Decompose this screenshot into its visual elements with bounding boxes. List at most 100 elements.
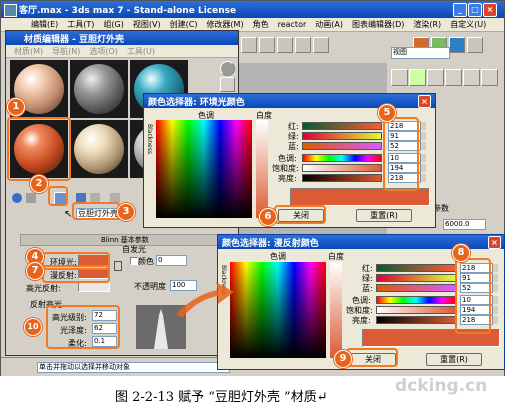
diffuse-blue-label: 蓝: [362, 284, 373, 293]
diffuse-hue-slider[interactable] [376, 296, 456, 304]
toolbar-scale-icon[interactable] [259, 37, 275, 53]
menu-customize[interactable]: 自定义(U) [450, 18, 486, 31]
color-value-field[interactable]: 0 [156, 255, 187, 266]
diffuse-blue-slider[interactable] [376, 284, 456, 292]
menu-graph-editors[interactable]: 图表编辑器(D) [352, 18, 404, 31]
ambient-hue-field[interactable] [156, 120, 252, 218]
toolbar-material-editor-icon[interactable] [449, 37, 465, 53]
menu-animation[interactable]: 动画(A) [315, 18, 343, 31]
opacity-label: 不透明度 [134, 282, 166, 291]
mat-menu-bar: 材质(M) 导航(N) 选项(O) 工具(U) [6, 45, 238, 58]
ambient-blue-slider[interactable] [302, 142, 382, 150]
callout-box-highlights [46, 305, 120, 349]
lock-icon[interactable] [114, 261, 122, 271]
toolbar-select-icon[interactable] [277, 37, 293, 53]
ambient-val-slider[interactable] [302, 174, 382, 182]
menu-character[interactable]: 角色 [253, 18, 269, 31]
callout-box-name [72, 202, 120, 220]
diffuse-sat-slider[interactable] [376, 306, 456, 314]
minimize-icon[interactable]: _ [453, 3, 467, 17]
diffuse-val-label: 亮度: [352, 316, 371, 325]
ambient-picker-title: 颜色选择器: 环境光颜色 [148, 98, 245, 108]
diffuse-close-icon[interactable]: × [488, 236, 501, 249]
main-toolbar: 视图 [237, 33, 504, 63]
create-tab-icon[interactable] [391, 69, 408, 86]
diffuse-red-slider[interactable] [376, 264, 456, 272]
put-to-scene-icon[interactable] [26, 193, 36, 203]
sample-slot-5[interactable] [70, 120, 128, 178]
mat-title: 材质编辑器 - 豆胆灯外壳 [24, 35, 125, 45]
maximize-icon[interactable]: □ [468, 3, 482, 17]
callout-box-diffuse [42, 265, 110, 283]
display-tab-icon[interactable] [463, 69, 480, 86]
diffuse-picker-title: 颜色选择器: 漫反射颜色 [222, 239, 319, 249]
sample-type-icon[interactable] [220, 61, 235, 76]
diffuse-white-label: 白度 [328, 252, 344, 261]
ambient-hue-slider[interactable] [302, 154, 382, 162]
hierarchy-tab-icon[interactable] [427, 69, 444, 86]
view-dropdown[interactable]: 视图 [391, 47, 450, 59]
step-marker-3: 3 [117, 203, 135, 221]
mat-menu-navigation[interactable]: 导航(N) [52, 45, 80, 58]
toolbar-align-icon[interactable] [313, 37, 329, 53]
step-marker-8: 8 [452, 244, 470, 262]
main-title-bar: 客厅.max - 3ds max 7 - Stand-alone License… [1, 1, 504, 18]
step-marker-2: 2 [30, 175, 48, 193]
self-illum-label: 自发光 [122, 245, 146, 254]
ambient-red-slider[interactable] [302, 122, 382, 130]
diffuse-green-slider[interactable] [376, 274, 456, 282]
diffuse-reset-button[interactable]: 重置(R) [426, 353, 482, 366]
sample-slot-2[interactable] [70, 60, 128, 118]
ambient-close-icon[interactable]: × [418, 95, 431, 108]
callout-box-diffuse-close [346, 348, 398, 367]
status-prompt: 单击并拖动以选择并移动对象 [37, 362, 230, 373]
step-marker-10: 10 [24, 318, 42, 336]
arrow-icon [176, 282, 234, 318]
callout-box-diffuse-values [455, 258, 491, 334]
param-value-field[interactable]: 6000.0 [443, 219, 486, 230]
app-icon [4, 4, 17, 17]
step-marker-6: 6 [259, 208, 277, 226]
watermark: dcking.cn [395, 376, 488, 396]
color-label: 颜色 [138, 257, 154, 266]
step-marker-1: 1 [7, 98, 25, 116]
ambient-sat-slider[interactable] [302, 164, 382, 172]
motion-tab-icon[interactable] [445, 69, 462, 86]
specular-label: 高光反射: [26, 284, 61, 293]
ambient-blackness-label: Blackness [146, 124, 153, 154]
step-marker-9: 9 [334, 350, 352, 368]
main-title: 客厅.max - 3ds max 7 - Stand-alone License [19, 6, 237, 16]
toolbar-mirror-icon[interactable] [295, 37, 311, 53]
menu-rendering[interactable]: 渲染(R) [413, 18, 441, 31]
callout-box-assign [48, 186, 68, 206]
get-material-icon[interactable] [12, 193, 22, 203]
sample-sphere [74, 124, 124, 174]
self-illum-checkbox[interactable] [130, 257, 138, 265]
close-icon[interactable]: × [483, 3, 497, 17]
diffuse-hue-label: 色调 [270, 252, 286, 261]
toolbar-rotate-icon[interactable] [241, 37, 257, 53]
diffuse-hue-field[interactable] [230, 262, 326, 358]
diffuse-whiteness-bar[interactable] [330, 262, 342, 358]
ambient-val-label: 亮度: [278, 174, 297, 183]
callout-box-sample-slot [7, 117, 71, 181]
step-marker-7: 7 [26, 262, 44, 280]
ambient-green-slider[interactable] [302, 132, 382, 140]
ambient-blue-label: 蓝: [288, 142, 299, 151]
callout-box-ambient-values [383, 117, 419, 191]
callout-box-ambient-close [274, 205, 326, 224]
modify-tab-icon[interactable] [409, 69, 426, 86]
sample-sphere [74, 64, 124, 114]
ambient-reset-button[interactable]: 重置(R) [356, 209, 412, 222]
backlight-icon[interactable] [220, 77, 235, 92]
mat-menu-utilities[interactable]: 工具(U) [127, 45, 155, 58]
step-marker-5: 5 [378, 104, 396, 122]
mat-menu-material[interactable]: 材质(M) [14, 45, 43, 58]
diffuse-val-slider[interactable] [376, 316, 456, 324]
toolbar-teapot-icon[interactable] [467, 37, 483, 53]
command-panel-tabs [389, 67, 504, 87]
utilities-tab-icon[interactable] [481, 69, 498, 86]
ambient-whiteness-bar[interactable] [256, 120, 268, 218]
mat-menu-options[interactable]: 选项(O) [89, 45, 118, 58]
menu-reactor[interactable]: reactor [278, 18, 307, 31]
